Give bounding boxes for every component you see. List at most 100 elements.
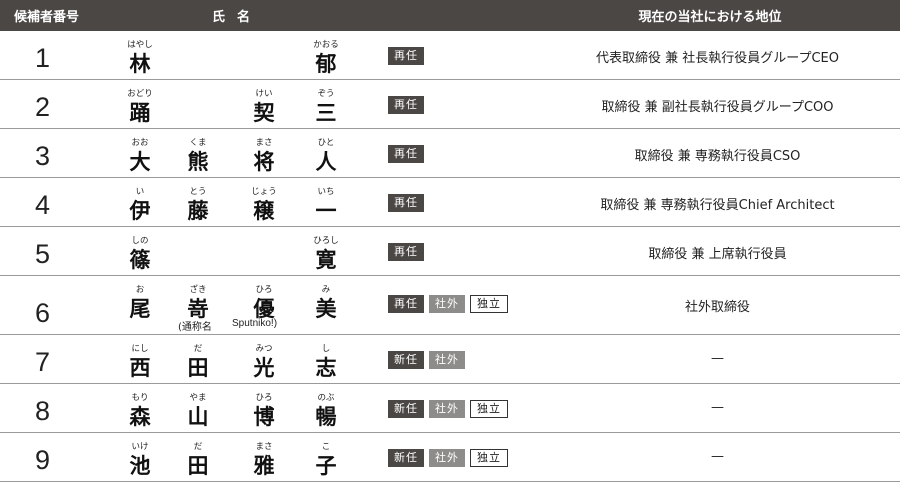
kanji: 尾 — [129, 297, 151, 321]
furigana: ひと — [317, 138, 335, 148]
kanji: 田 — [187, 356, 209, 380]
current-position: — — [711, 449, 724, 464]
kanji: 契 — [253, 101, 275, 125]
name-character: し志 — [306, 343, 346, 381]
name-character: みつ光 — [244, 343, 284, 381]
alias-name: Sputniko!) — [232, 318, 278, 329]
furigana: いけ — [131, 442, 149, 452]
furigana: み — [321, 285, 331, 295]
table-row: 4 い伊とう藤じょう穣いち一再任 取締役 兼 専務執行役員Chief Archite… — [0, 178, 900, 227]
table-row: 2 おどり踊けい契ぞう三再任 取締役 兼 副社長執行役員グループCOO — [0, 80, 900, 129]
status-badge: 再任 — [388, 194, 424, 212]
table-row: 3 おお大くま熊まさ将ひと人再任 取締役 兼 専務執行役員CSO — [0, 129, 900, 178]
furigana: ひろし — [313, 236, 339, 246]
furigana: だ — [193, 344, 203, 354]
status-tags: 新任 社外 独立 — [388, 400, 508, 418]
name-character: お尾 — [120, 284, 160, 322]
name-character: おどり踊 — [120, 88, 160, 126]
name-character: ひろし寛 — [306, 235, 346, 273]
kanji: 三 — [315, 101, 337, 125]
kanji: 博 — [253, 405, 275, 429]
name-character: はやし林 — [120, 39, 160, 77]
furigana: はやし — [127, 40, 153, 50]
kanji: 雅 — [253, 454, 275, 478]
furigana: だ — [193, 442, 203, 452]
furigana: ざき — [189, 285, 207, 295]
table-row: 8 もり森やま山ひろ博のぶ暢新任 社外 独立 — — [0, 384, 900, 433]
name-character: とう藤 — [178, 186, 218, 224]
status-badge: 新任 — [388, 400, 424, 418]
status-badge: 再任 — [388, 96, 424, 114]
current-position: 社外取締役 — [684, 300, 750, 315]
name-character: しの篠 — [120, 235, 160, 273]
status-badge: 新任 — [388, 351, 424, 369]
candidate-number: 4 — [35, 190, 51, 220]
status-badge: 社外 — [429, 449, 465, 467]
name-character: ひろ博 — [244, 392, 284, 430]
name-character: もり森 — [120, 392, 160, 430]
header-number: 候補者番号 — [14, 10, 80, 25]
name-character: ぞう三 — [306, 88, 346, 126]
furigana: とう — [189, 187, 207, 197]
kanji: 西 — [129, 356, 151, 380]
name-character: いけ池 — [120, 441, 160, 479]
furigana: ひろ — [255, 285, 273, 295]
candidate-number: 5 — [35, 239, 51, 269]
candidate-number: 1 — [35, 43, 51, 73]
table-header: 候補者番号 氏名 現在の当社における地位 — [0, 0, 900, 31]
table-row: 7 にし西だ田みつ光し志新任 社外 — — [0, 335, 900, 384]
kanji: 美 — [315, 297, 337, 321]
name-character: こ子 — [306, 441, 346, 479]
kanji: 一 — [315, 199, 337, 223]
status-tags: 新任 社外 独立 — [388, 449, 508, 467]
status-badge: 再任 — [388, 295, 424, 313]
furigana: お — [135, 285, 145, 295]
furigana: かおる — [313, 40, 339, 50]
table-row: 5 しの篠 ひろし寛 再任 取締役 兼 上席執行役員 — [0, 227, 900, 276]
status-tags: 再任 — [388, 194, 424, 212]
kanji: 大 — [129, 150, 151, 174]
furigana: もり — [131, 393, 149, 403]
name-character: まさ雅 — [244, 441, 284, 479]
kanji: 穣 — [253, 199, 275, 223]
kanji: 踊 — [129, 101, 151, 125]
status-badge: 社外 — [429, 351, 465, 369]
status-badge: 社外 — [429, 400, 465, 418]
kanji: 森 — [129, 405, 151, 429]
candidate-number: 9 — [35, 445, 51, 475]
kanji: 暢 — [315, 405, 337, 429]
furigana: い — [135, 187, 145, 197]
candidate-number: 2 — [35, 92, 51, 122]
kanji: 林 — [129, 52, 151, 76]
name-character: けい契 — [244, 88, 284, 126]
status-tags: 新任 社外 — [388, 351, 465, 369]
current-position: 取締役 兼 専務執行役員Chief Architect — [600, 198, 835, 213]
name-character: だ田 — [178, 343, 218, 381]
furigana: ひろ — [255, 393, 273, 403]
status-badge: 独立 — [470, 295, 508, 313]
table-row: 6 お尾ざき嵜ひろ優み美 (通称名 Sputniko!) 再任 社外 独立 社外取締役 — [0, 276, 900, 335]
furigana: のぶ — [317, 393, 335, 403]
name-character: ざき嵜 — [178, 284, 218, 322]
furigana: ぞう — [317, 89, 335, 99]
current-position: 代表取締役 兼 社長執行役員グループCEO — [595, 51, 839, 66]
furigana: みつ — [255, 344, 273, 354]
name-character: ひと人 — [306, 137, 346, 175]
furigana: くま — [189, 138, 207, 148]
kanji: 郁 — [315, 52, 337, 76]
furigana: まさ — [255, 442, 273, 452]
candidate-number: 8 — [35, 396, 51, 426]
kanji: 寛 — [315, 248, 337, 272]
kanji: 田 — [187, 454, 209, 478]
name-character: ひろ優 — [244, 284, 284, 322]
name-character: じょう穣 — [244, 186, 284, 224]
furigana: こ — [321, 442, 331, 452]
name-character: にし西 — [120, 343, 160, 381]
table-row: 9 いけ池だ田まさ雅こ子新任 社外 独立 — — [0, 433, 900, 482]
status-badge: 新任 — [388, 449, 424, 467]
status-tags: 再任 — [388, 145, 424, 163]
name-character: かおる郁 — [306, 39, 346, 77]
status-badge: 独立 — [470, 449, 508, 467]
status-tags: 再任 社外 独立 — [388, 295, 508, 313]
current-position: — — [711, 351, 724, 366]
